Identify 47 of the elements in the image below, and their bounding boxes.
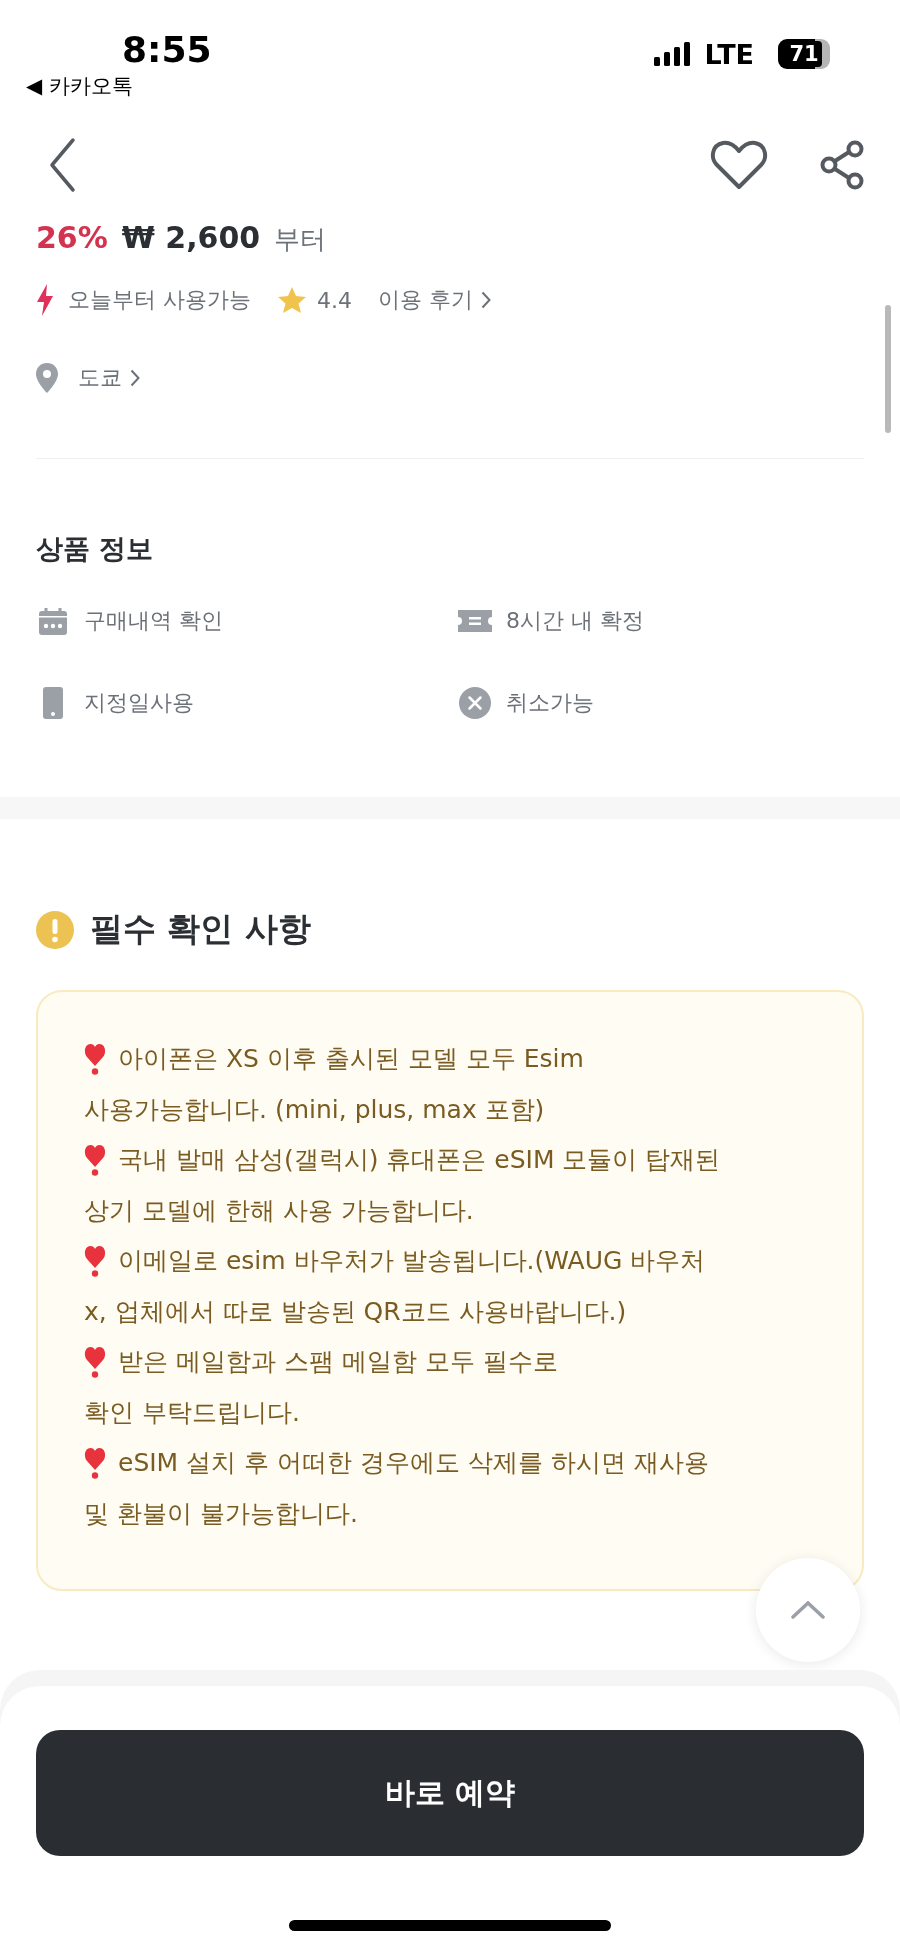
notice-text: 이메일로 esim 바우처가 발송됩니다.(WAUG 바우처 [118,1245,706,1277]
notice-text: 국내 발매 삼성(갤럭시) 휴대폰은 eSIM 모듈이 탑재된 [118,1144,721,1176]
calendar-icon [39,607,67,635]
notice-text: x, 업체에서 따로 발송된 QR코드 사용바랍니다.) [84,1295,627,1328]
info-label: 취소가능 [506,689,594,717]
notice-text: eSIM 설치 후 어떠한 경우에도 삭제를 하시면 재사용 [118,1447,709,1479]
lightning-icon [36,284,54,316]
info-label: 구매내역 확인 [84,607,223,635]
cancel-circle-icon [459,687,491,719]
heart-exclamation-icon [84,1345,106,1379]
notice-text: 및 환불이 불가능합니다. [84,1497,358,1530]
location-link[interactable]: 도쿄 [78,363,140,393]
signal-icon [654,42,691,66]
notice-text: 상기 모델에 한해 사용 가능합니다. [84,1194,474,1227]
heart-icon [710,139,768,191]
notice-text: 사용가능합니다. (mini, plus, max 포함) [84,1093,545,1126]
heart-exclamation-icon [84,1446,106,1480]
back-to-app-link[interactable]: ◀ 카카오톡 [26,72,212,100]
chevron-up-icon [791,1601,825,1619]
chevron-right-icon [481,291,491,309]
phone-icon [43,687,63,719]
notice-text: 확인 부탁드립니다. [84,1396,300,1429]
clock-time: 8:55 [121,28,212,72]
ticket-icon [458,610,492,632]
section-title: 상품 정보 [35,532,155,566]
back-chevron-icon [48,137,76,193]
notice-text: 받은 메일함과 스팸 메일함 모두 필수로 [118,1346,558,1378]
reviews-link[interactable]: 이용 후기 [378,285,491,315]
heart-exclamation-icon [84,1042,106,1076]
share-icon [820,140,864,190]
chevron-right-icon [130,369,140,387]
rating-value: 4.4 [317,287,352,313]
heart-exclamation-icon [84,1143,106,1177]
price-amount: ₩ 2,600 [121,220,261,256]
availability-text: 오늘부터 사용가능 [68,286,251,314]
star-icon [277,286,307,314]
price-suffix: 부터 [274,223,327,256]
section-title: 필수 확인 사항 [90,908,311,950]
warning-icon [36,910,74,949]
info-label: 지정일사용 [84,689,194,717]
heart-exclamation-icon [84,1244,106,1278]
info-label: 8시간 내 확정 [506,607,644,635]
location-pin-icon [36,363,58,393]
network-label: LTE [704,38,754,70]
discount-rate: 26% [36,220,108,256]
book-now-button[interactable]: 바로 예약 [36,1730,864,1856]
notice-text: 아이폰은 XS 이후 출시된 모델 모두 Esim [118,1043,584,1075]
